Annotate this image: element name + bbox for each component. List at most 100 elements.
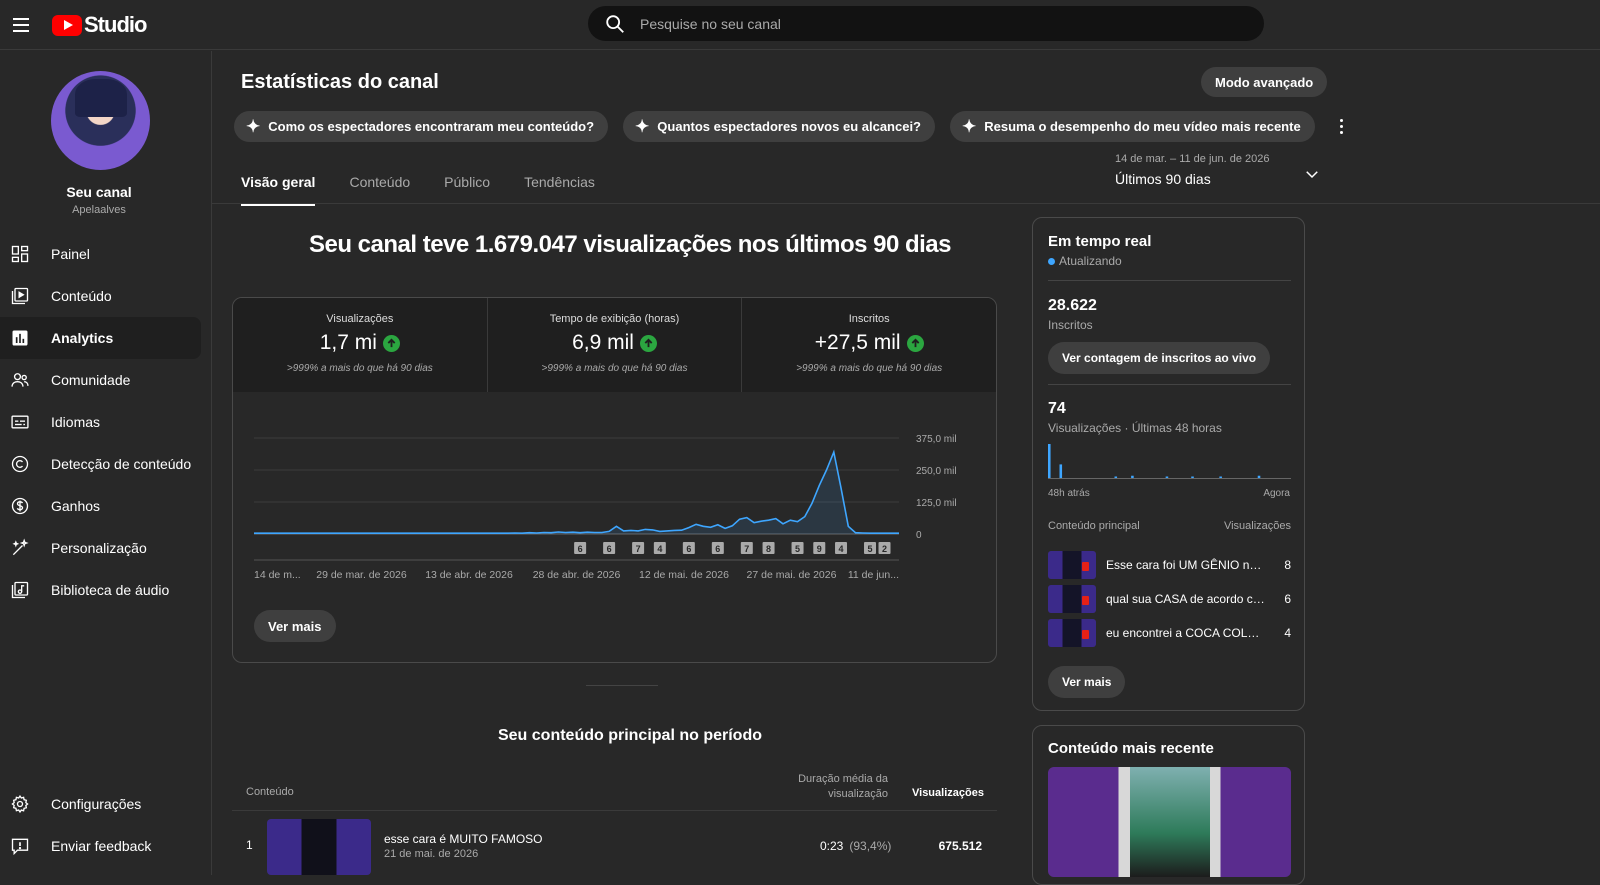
main-content: Estatísticas do canal Modo avançado ✦ Com… <box>212 51 1600 885</box>
tab-publico[interactable]: Público <box>444 171 490 206</box>
kpi-views[interactable]: Visualizações 1,7 mi >999% a mais do que… <box>233 298 488 392</box>
sidebar-item-analytics[interactable]: Analytics <box>0 317 201 359</box>
realtime-axis-end: Agora <box>1263 488 1290 499</box>
kpi-subscribers[interactable]: Inscritos +27,5 mil >999% a mais do que … <box>742 298 996 392</box>
tabs-divider <box>212 203 1600 204</box>
chip-label: Resuma o desempenho do meu vídeo mais re… <box>984 119 1301 134</box>
column-header-views[interactable]: Visualizações <box>912 787 984 799</box>
kpi-watch-time[interactable]: Tempo de exibição (horas) 6,9 mil >999% … <box>487 298 743 392</box>
y-tick-label: 0 <box>916 530 922 541</box>
upload-marker-count: 2 <box>882 544 887 554</box>
sidebar-item-personalizacao[interactable]: Personalização <box>0 527 201 569</box>
analytics-tabs: Visão geral Conteúdo Público Tendências <box>241 171 629 206</box>
top-content-table-header: Conteúdo Duração média da visualização V… <box>232 769 997 811</box>
sidebar-item-comunidade[interactable]: Comunidade <box>0 359 201 401</box>
upload-marker-count: 6 <box>578 544 583 554</box>
upload-marker-count: 5 <box>795 544 800 554</box>
realtime-bar <box>1191 476 1194 478</box>
ai-suggestion-chips: ✦ Como os espectadores encontraram meu co… <box>234 111 1354 142</box>
live-dot-icon <box>1048 257 1055 265</box>
realtime-bar <box>1165 476 1169 478</box>
video-thumbnail[interactable] <box>267 819 371 875</box>
video-views: 6 <box>1284 592 1291 606</box>
table-row[interactable]: 1 esse cara é MUITO FAMOSO 21 de mai. de… <box>232 815 997 875</box>
tab-conteudo[interactable]: Conteúdo <box>349 171 410 206</box>
kpi-label: Inscritos <box>848 313 890 325</box>
chip-summarize-recent[interactable]: ✦ Resuma o desempenho do meu vídeo mais r… <box>950 111 1315 142</box>
see-more-button[interactable]: Ver mais <box>254 610 336 642</box>
sidebar-item-conteudo[interactable]: Conteúdo <box>0 275 201 317</box>
video-views: 675.512 <box>938 839 982 853</box>
sidebar-item-ganhos[interactable]: Ganhos <box>0 485 201 527</box>
chip-label: Quantos espectadores novos eu alcancei? <box>657 119 921 134</box>
video-thumbnail <box>1048 585 1096 613</box>
search-input[interactable] <box>640 15 1200 32</box>
studio-logo[interactable]: Studio <box>52 11 147 39</box>
list-item[interactable]: Esse cara foi UM GÊNIO ness... 8 <box>1048 551 1291 581</box>
hamburger-menu-icon[interactable] <box>9 11 37 39</box>
views-headline: Seu canal teve 1.679.047 visualizações n… <box>308 231 952 258</box>
kpi-note: >999% a mais do que há 90 dias <box>541 363 688 374</box>
dashboard-icon <box>11 245 29 263</box>
kpi-value: 1,7 mi <box>319 331 377 354</box>
sidebar-item-label: Detecção de conteúdo <box>51 456 192 472</box>
sidebar-item-configuracoes[interactable]: Configurações <box>0 783 201 825</box>
realtime-views: 74 <box>1048 400 1066 417</box>
search-bar[interactable] <box>588 6 1264 41</box>
more-options-icon[interactable] <box>1330 115 1354 139</box>
column-header-duration[interactable]: Duração média da visualização <box>792 772 888 802</box>
feedback-icon <box>11 838 29 856</box>
list-item[interactable]: eu encontrei a COCA COLA Q... 4 <box>1048 619 1291 649</box>
recent-video-thumbnail[interactable] <box>1048 767 1291 877</box>
kpi-value-wrap: 6,9 mil <box>488 331 742 355</box>
realtime-see-more-button[interactable]: Ver mais <box>1048 666 1126 698</box>
kpi-note: >999% a mais do que há 90 dias <box>286 363 433 374</box>
views-chart[interactable]: 375,0 mil 250,0 mil 125,0 mil 0 6 6 7 4 6 6 7 8 5 9 4 5… <box>233 392 997 592</box>
sidebar-item-enviar-feedback[interactable]: Enviar feedback <box>0 825 201 867</box>
sparkle-icon: ✦ <box>962 117 977 136</box>
chip-new-viewers[interactable]: ✦ Quantos espectadores novos eu alcancei? <box>623 111 935 142</box>
sidebar-item-painel[interactable]: Painel <box>0 233 201 275</box>
content-icon <box>11 287 29 305</box>
sidebar: Seu canal Apelaalves Painel Conteúdo Ana… <box>0 51 212 875</box>
tab-visao-geral[interactable]: Visão geral <box>241 171 316 206</box>
channel-name: Seu canal <box>66 184 132 200</box>
community-icon <box>11 373 29 387</box>
date-range-selector[interactable]: 14 de mar. – 11 de jun. de 2026 Últimos … <box>1115 153 1333 193</box>
realtime-subscribers-label: Inscritos <box>1048 318 1093 332</box>
sidebar-item-biblioteca-audio[interactable]: Biblioteca de áudio <box>0 569 201 611</box>
y-tick-label: 125,0 mil <box>916 498 957 509</box>
upload-marker-count: 4 <box>839 544 844 554</box>
sidebar-item-deteccao[interactable]: Detecção de conteúdo <box>0 443 201 485</box>
arrow-up-icon <box>382 334 400 352</box>
list-item[interactable]: qual sua CASA de acordo co... 6 <box>1048 585 1291 615</box>
duration-percent: (93,4%) <box>849 839 892 853</box>
top-content-title: Seu conteúdo principal no período <box>497 727 762 744</box>
realtime-views-label: Visualizações · Últimas 48 horas <box>1048 421 1222 435</box>
channel-avatar[interactable] <box>51 71 150 170</box>
sparkle-icon: ✦ <box>246 117 261 136</box>
upload-marker-count: 9 <box>817 544 822 554</box>
column-header-views: Visualizações <box>1223 520 1291 532</box>
views-chart-area: 375,0 mil 250,0 mil 125,0 mil 0 6 6 7 4 6 6 7 8 5 9 4 5… <box>233 392 997 592</box>
upload-marker-count: 7 <box>744 544 749 554</box>
sidebar-item-idiomas[interactable]: Idiomas <box>0 401 201 443</box>
search-icon[interactable] <box>604 13 626 35</box>
realtime-title: Em tempo real <box>1048 233 1152 250</box>
logo-text: Studio <box>84 12 147 37</box>
column-header-content: Conteúdo <box>246 786 294 798</box>
top-bar: Studio <box>0 0 1600 50</box>
section-divider <box>586 685 658 686</box>
tab-tendencias[interactable]: Tendências <box>524 171 595 206</box>
chip-how-viewers-found[interactable]: ✦ Como os espectadores encontraram meu co… <box>234 111 609 142</box>
sidebar-item-label: Idiomas <box>51 414 101 430</box>
video-title[interactable]: esse cara é MUITO FAMOSO <box>384 832 542 846</box>
realtime-top-content-header: Conteúdo principal Visualizações <box>1048 520 1291 532</box>
advanced-mode-button[interactable]: Modo avançado <box>1201 67 1328 97</box>
divider <box>1048 384 1291 385</box>
realtime-bar-chart[interactable] <box>1048 444 1291 482</box>
x-tick-label: 28 de abr. de 2026 <box>533 569 621 581</box>
upload-marker-count: 4 <box>657 544 662 554</box>
sparkle-icon: ✦ <box>635 117 650 136</box>
live-subscriber-count-button[interactable]: Ver contagem de inscritos ao vivo <box>1048 342 1271 374</box>
